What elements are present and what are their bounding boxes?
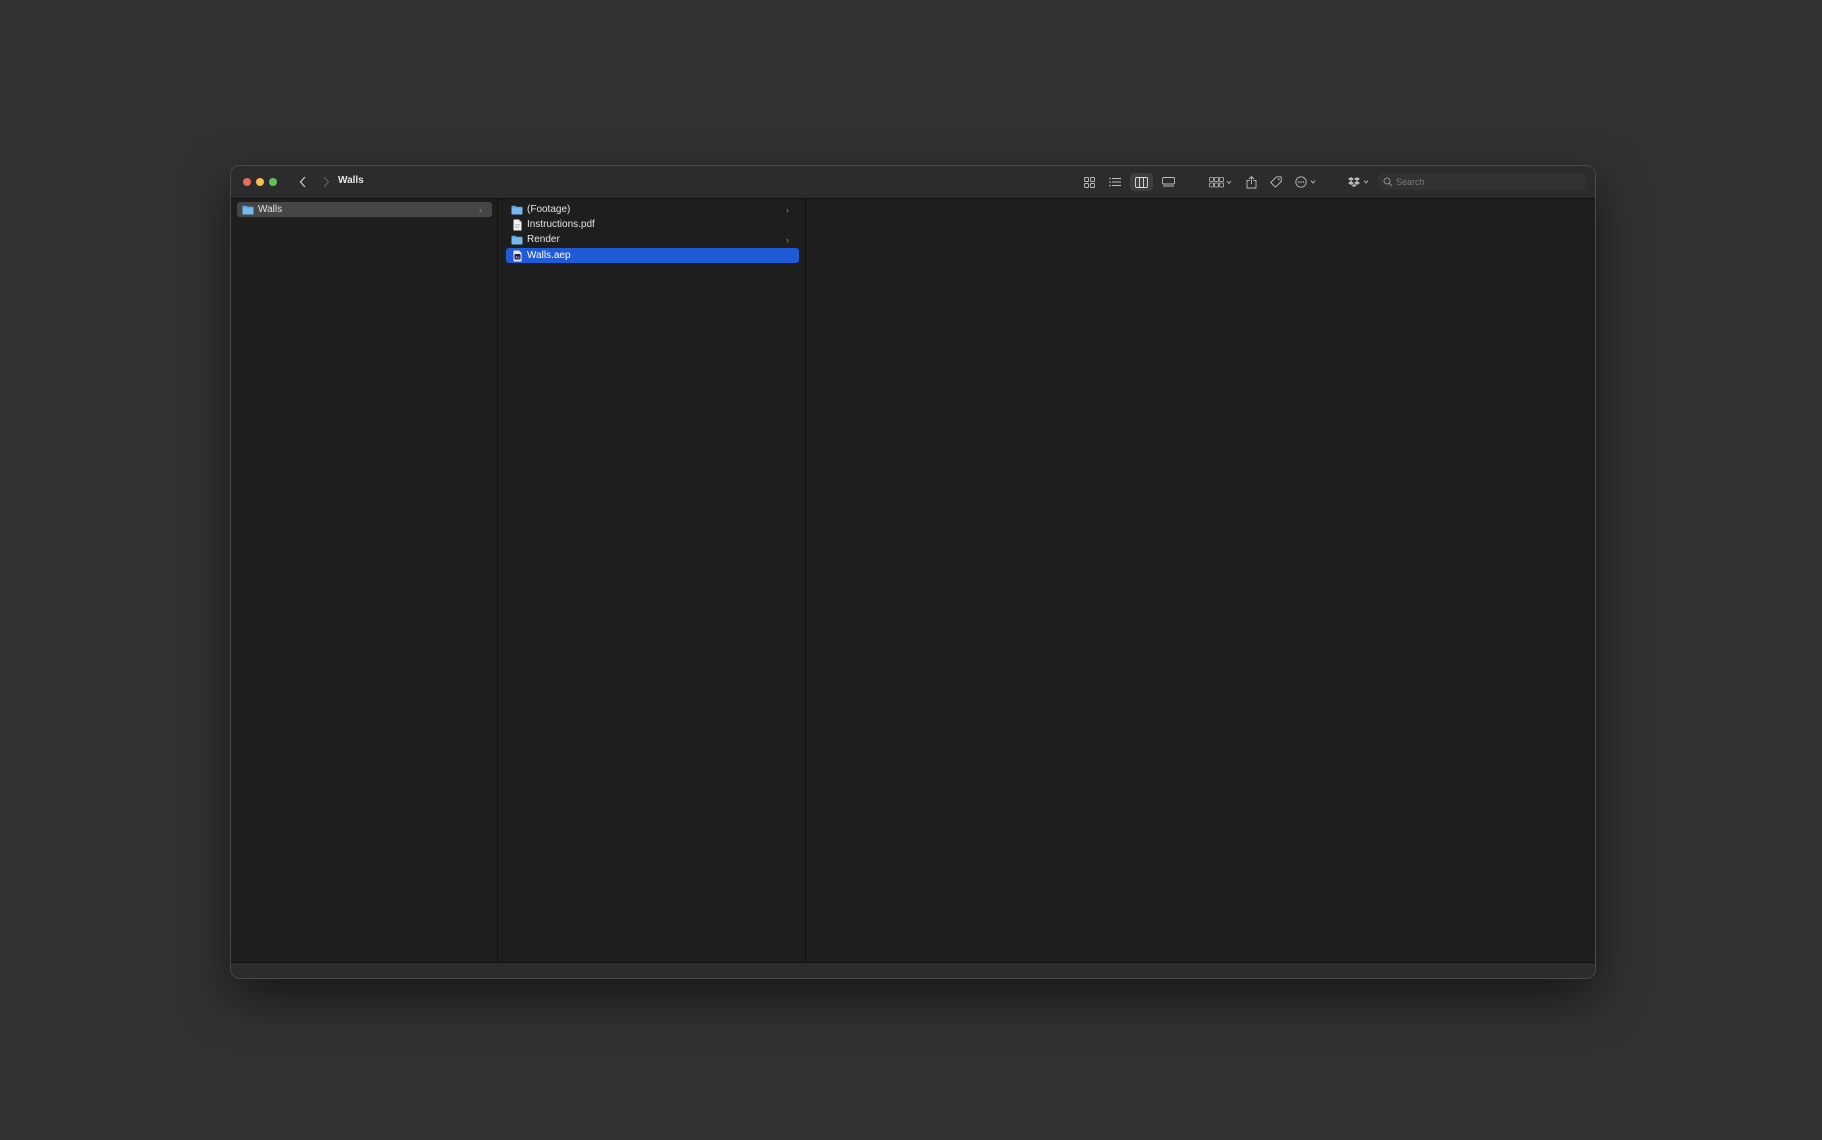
list-item-footage-folder[interactable]: (Footage) › (506, 202, 799, 217)
forward-button[interactable] (318, 172, 334, 192)
folder-icon (242, 204, 254, 216)
search-icon (1383, 177, 1393, 186)
minimize-button[interactable] (256, 178, 264, 186)
chevron-right-icon (323, 176, 330, 188)
window-title: Walls (338, 175, 364, 186)
list-item-walls-folder[interactable]: Walls › (237, 202, 492, 217)
list-item-instructions-pdf[interactable]: Instructions.pdf (506, 217, 799, 232)
finder-window: Walls Search Walls › (Footage) › Instruc… (230, 165, 1596, 979)
chevron-right-icon: › (786, 204, 789, 215)
gallery-view-button[interactable] (1158, 173, 1178, 191)
list-item-walls-aep[interactable]: Ae Walls.aep (506, 248, 799, 263)
column-view-button[interactable] (1130, 173, 1153, 191)
column-1[interactable]: Walls › (231, 199, 498, 962)
after-effects-file-icon: Ae (511, 250, 523, 262)
chevron-right-icon: › (479, 204, 482, 215)
share-button[interactable] (1241, 173, 1261, 191)
folder-icon (511, 234, 523, 246)
dropbox-button[interactable] (1347, 173, 1373, 191)
group-by-icon (1209, 176, 1232, 187)
action-menu-button[interactable] (1293, 173, 1321, 191)
folder-icon (511, 204, 523, 216)
column-browser: Walls › (Footage) › Instructions.pdf Ren… (231, 199, 1595, 962)
tag-button[interactable] (1266, 173, 1286, 191)
pdf-file-icon (511, 219, 523, 231)
svg-text:Ae: Ae (515, 255, 520, 259)
list-item-label: Walls (258, 204, 283, 215)
zoom-button[interactable] (269, 178, 277, 186)
gallery-icon (1161, 177, 1175, 187)
list-icon (1109, 177, 1121, 187)
chevron-right-icon: › (786, 234, 789, 245)
status-bar (231, 962, 1595, 978)
toolbar: Walls (231, 166, 1595, 199)
list-item-label: Walls.aep (527, 250, 571, 261)
search-field[interactable] (1378, 173, 1586, 190)
dropbox-icon (1348, 177, 1369, 187)
back-button[interactable] (295, 172, 311, 192)
list-item-label: Render (527, 234, 560, 245)
columns-icon (1135, 176, 1148, 188)
list-view-button[interactable] (1105, 173, 1125, 191)
more-actions-icon (1295, 176, 1316, 188)
search-input[interactable] (1396, 176, 1576, 187)
tag-icon (1270, 176, 1282, 188)
list-item-label: (Footage) (527, 204, 571, 215)
column-2[interactable]: (Footage) › Instructions.pdf Render › Ae… (498, 199, 806, 962)
icon-grid-icon (1083, 176, 1095, 188)
preview-column (806, 199, 1595, 962)
group-by-button[interactable] (1207, 173, 1235, 191)
share-icon (1246, 175, 1256, 188)
close-button[interactable] (243, 178, 251, 186)
chevron-left-icon (299, 176, 306, 188)
list-item-render-folder[interactable]: Render › (506, 232, 799, 247)
list-item-label: Instructions.pdf (527, 219, 595, 230)
icon-view-button[interactable] (1079, 173, 1099, 191)
